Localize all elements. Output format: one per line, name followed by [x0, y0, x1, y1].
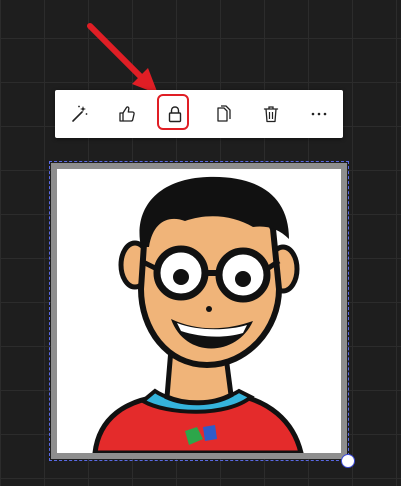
magic-wand-icon — [72, 105, 88, 122]
lock-button[interactable] — [151, 90, 199, 138]
thumbs-up-icon — [119, 106, 135, 122]
like-button[interactable] — [103, 90, 151, 138]
more-horizontal-icon — [311, 112, 327, 116]
delete-button[interactable] — [247, 90, 295, 138]
duplicate-button[interactable] — [199, 90, 247, 138]
object-toolbar — [55, 90, 343, 138]
lock-icon — [168, 106, 182, 123]
red-arrow-annotation — [87, 23, 158, 94]
selection-outline — [49, 161, 349, 461]
magic-button[interactable] — [55, 90, 103, 138]
trash-icon — [263, 106, 279, 123]
copy-icon — [217, 105, 231, 122]
more-button[interactable] — [295, 90, 343, 138]
resize-handle[interactable] — [341, 454, 355, 468]
